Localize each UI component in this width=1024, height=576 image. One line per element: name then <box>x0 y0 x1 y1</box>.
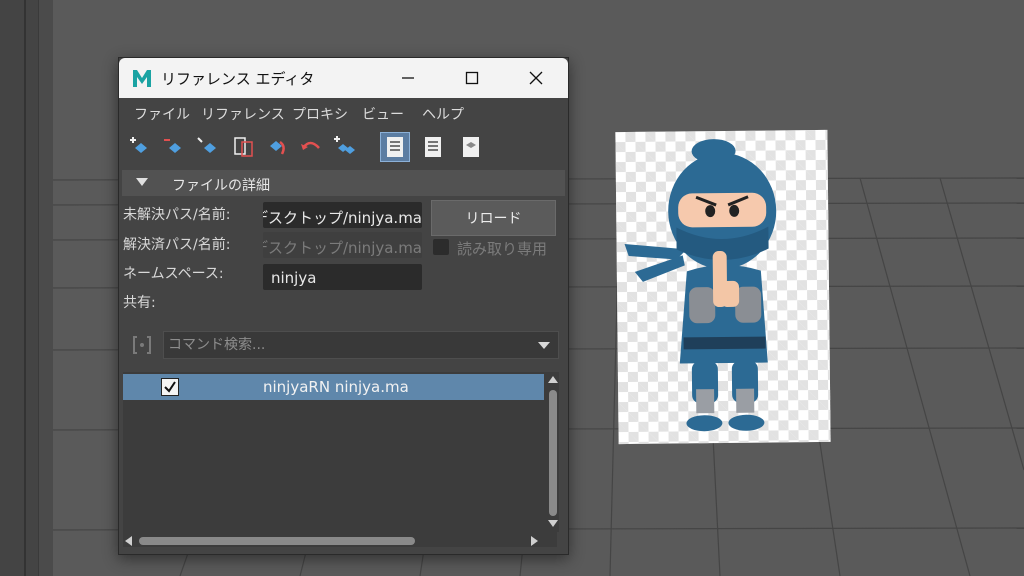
maximize-button[interactable] <box>449 58 495 98</box>
maya-m-icon <box>133 70 151 87</box>
import-objects-icon <box>234 137 253 157</box>
menu-reference[interactable]: リファレンス <box>201 104 285 124</box>
viewport-left-toolbar <box>0 0 53 576</box>
load-reference-button[interactable] <box>194 132 224 162</box>
scroll-left-icon[interactable] <box>125 536 132 546</box>
panel-divider <box>38 0 53 576</box>
reference-editor-window[interactable]: リファレンス エディタ ファイル リファレンス プロキシ ビュー ヘルプ ファイ… <box>118 57 569 555</box>
command-search-box[interactable] <box>163 331 559 359</box>
reference-name: ninjyaRN ninjya.ma <box>263 378 409 396</box>
unresolved-path-label: 未解決パス/名前: <box>123 207 231 223</box>
list-view-icon <box>387 137 403 157</box>
menu-help[interactable]: ヘルプ <box>422 104 464 124</box>
scroll-right-icon[interactable] <box>531 536 538 546</box>
minimize-icon <box>402 77 414 79</box>
readonly-label: 読み取り専用 <box>457 240 548 258</box>
unresolved-path-value: デスクトップ/ninjya.ma <box>263 209 422 227</box>
proxy-view-icon <box>463 137 479 157</box>
undo-icon <box>301 141 320 150</box>
reference-load-checkbox[interactable] <box>161 378 179 396</box>
close-icon <box>529 71 543 85</box>
proxy-view-button[interactable] <box>456 132 486 162</box>
menu-proxy[interactable]: プロキシ <box>292 104 348 124</box>
collapse-arrow-icon[interactable] <box>136 178 148 186</box>
file-details-section-header[interactable]: ファイルの詳細 <box>122 170 565 196</box>
reload-reference-button[interactable] <box>262 132 292 162</box>
namespace-label: ネームスペース: <box>123 266 224 282</box>
reload-reference-icon <box>270 140 285 155</box>
unresolved-path-field[interactable]: デスクトップ/ninjya.ma <box>263 202 422 228</box>
resolved-path-label: 解決済パス/名前: <box>123 237 231 253</box>
import-objects-button[interactable] <box>228 132 258 162</box>
toolbar <box>122 128 565 166</box>
checkmark-icon <box>164 381 176 393</box>
namespace-field[interactable]: ninjya <box>263 264 422 290</box>
create-reference-button[interactable] <box>126 132 156 162</box>
remove-reference-icon <box>164 139 181 153</box>
duplicate-reference-button[interactable] <box>330 132 360 162</box>
window-titlebar[interactable]: リファレンス エディタ <box>119 58 568 98</box>
create-reference-icon <box>130 137 147 153</box>
ninja-image <box>615 129 831 445</box>
close-button[interactable] <box>513 58 559 98</box>
scroll-thumb[interactable] <box>139 537 415 545</box>
maximize-icon <box>465 71 479 85</box>
resolved-path-field: デスクトップ/ninjya.ma <box>263 232 422 258</box>
duplicate-reference-icon <box>334 136 355 154</box>
remove-reference-button[interactable] <box>160 132 190 162</box>
scroll-up-icon[interactable] <box>548 376 558 383</box>
undo-button[interactable] <box>296 132 326 162</box>
reference-list[interactable]: ninjyaRN ninjya.ma <box>123 372 559 547</box>
horizontal-scrollbar[interactable] <box>123 534 545 547</box>
window-title: リファレンス エディタ <box>161 70 315 88</box>
reload-button[interactable]: リロード <box>431 200 556 236</box>
menu-file[interactable]: ファイル <box>134 104 190 124</box>
menu-view[interactable]: ビュー <box>362 104 404 124</box>
reference-row[interactable]: ninjyaRN ninjya.ma <box>123 374 544 400</box>
command-search-input[interactable] <box>164 332 528 358</box>
readonly-checkbox[interactable] <box>433 239 449 255</box>
resolved-path-value: デスクトップ/ninjya.ma <box>263 239 422 257</box>
chevron-down-icon[interactable] <box>538 342 550 349</box>
scroll-thumb[interactable] <box>549 390 557 516</box>
list-view-button[interactable] <box>380 132 410 162</box>
menu-bar: ファイル リファレンス プロキシ ビュー ヘルプ <box>122 100 565 124</box>
load-reference-icon <box>197 137 216 153</box>
scroll-down-icon[interactable] <box>548 520 558 527</box>
panel-divider <box>24 0 26 576</box>
detail-view-icon <box>425 137 441 157</box>
shared-label: 共有: <box>123 295 156 311</box>
minimize-button[interactable] <box>385 58 431 98</box>
vertical-scrollbar[interactable] <box>546 372 559 532</box>
namespace-value: ninjya <box>271 269 317 287</box>
command-search-icon <box>133 336 151 354</box>
ninja-illustration <box>624 139 777 432</box>
detail-view-button[interactable] <box>418 132 448 162</box>
section-title: ファイルの詳細 <box>172 178 270 194</box>
